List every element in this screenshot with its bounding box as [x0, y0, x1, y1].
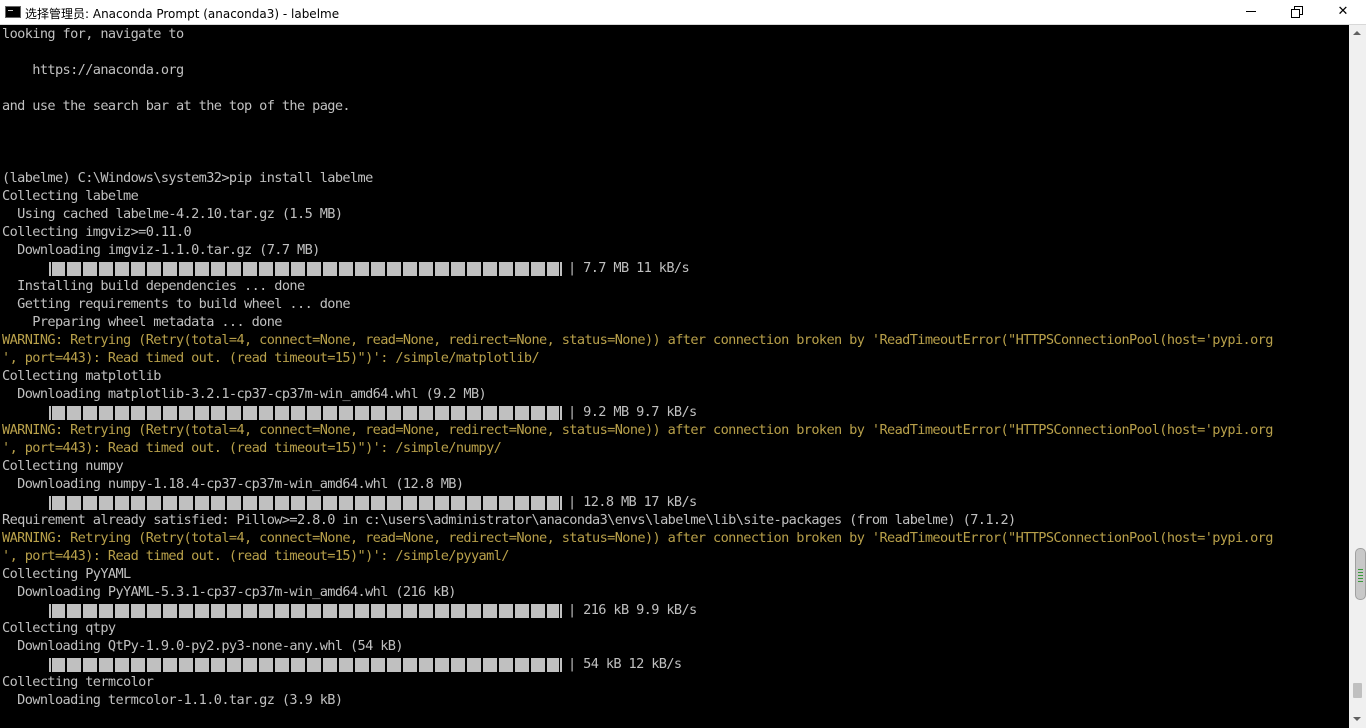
console-line: Downloading numpy-1.18.4-cp37-cp37m-win_… [2, 476, 464, 492]
console-line: Collecting imgviz>=0.11.0 [2, 224, 192, 240]
console-line: Collecting qtpy [2, 620, 116, 636]
console-line: Downloading matplotlib-3.2.1-cp37-cp37m-… [2, 386, 487, 402]
console-line: Collecting PyYAML [2, 566, 131, 582]
scroll-down-arrow-icon[interactable] [1349, 711, 1366, 728]
progress-bar-line: | 7.7 MB 11 kB/s [2, 259, 1349, 277]
scroll-grip-handle[interactable] [1355, 548, 1366, 600]
console-line: Preparing wheel metadata ... done [2, 314, 282, 330]
console-line: Requirement already satisfied: Pillow>=2… [2, 512, 1016, 528]
console-line: Downloading QtPy-1.9.0-py2.py3-none-any.… [2, 638, 403, 654]
console-line: Installing build dependencies ... done [2, 278, 305, 294]
warning-line: ', port=443): Read timed out. (read time… [2, 440, 502, 456]
minimize-icon [1246, 11, 1256, 12]
progress-text: | 12.8 MB 17 kB/s [568, 494, 697, 510]
console-line: Downloading termcolor-1.1.0.tar.gz (3.9 … [2, 692, 343, 708]
title-bar[interactable]: 选择管理员: Anaconda Prompt (anaconda3) - lab… [0, 0, 1366, 25]
console-line: Downloading imgviz-1.1.0.tar.gz (7.7 MB) [2, 242, 320, 258]
console-line: Collecting termcolor [2, 674, 154, 690]
progress-bar [49, 603, 562, 618]
console-line: Getting requirements to build wheel ... … [2, 296, 350, 312]
warning-line: ', port=443): Read timed out. (read time… [2, 548, 509, 564]
progress-bar-line: | 12.8 MB 17 kB/s [2, 493, 1349, 511]
console-line: looking for, navigate to [2, 26, 184, 42]
console-line: Collecting numpy [2, 458, 124, 474]
warning-line: WARNING: Retrying (Retry(total=4, connec… [2, 332, 1273, 348]
close-button[interactable]: ✕ [1320, 0, 1366, 25]
console-window: 选择管理员: Anaconda Prompt (anaconda3) - lab… [0, 0, 1366, 728]
progress-bar [49, 657, 562, 672]
progress-text: | 7.7 MB 11 kB/s [568, 260, 690, 276]
console-icon [5, 6, 21, 18]
console-line: https://anaconda.org [2, 62, 184, 78]
maximize-button[interactable] [1274, 0, 1320, 25]
progress-bar [49, 261, 562, 276]
console-line: and use the search bar at the top of the… [2, 98, 351, 114]
warning-line: WARNING: Retrying (Retry(total=4, connec… [2, 422, 1273, 438]
console-line: Collecting labelme [2, 188, 139, 204]
close-icon: ✕ [1337, 4, 1349, 19]
vertical-scrollbar[interactable] [1349, 25, 1366, 728]
scroll-up-arrow-icon[interactable] [1349, 25, 1366, 42]
scroll-thumb[interactable] [1353, 683, 1362, 698]
warning-line: ', port=443): Read timed out. (read time… [2, 350, 540, 366]
progress-bar-line: | 216 kB 9.9 kB/s [2, 601, 1349, 619]
progress-text: | 54 kB 12 kB/s [568, 656, 682, 672]
progress-bar [49, 495, 562, 510]
scroll-track[interactable] [1349, 42, 1366, 711]
console-output[interactable]: looking for, navigate to https://anacond… [0, 25, 1349, 728]
console-line: Downloading PyYAML-5.3.1-cp37-cp37m-win_… [2, 584, 456, 600]
progress-bar [49, 405, 562, 420]
console-line: Using cached labelme-4.2.10.tar.gz (1.5 … [2, 206, 343, 222]
console-line: (labelme) C:\Windows\system32>pip instal… [2, 170, 373, 186]
console-line: Collecting matplotlib [2, 368, 161, 384]
progress-text: | 9.2 MB 9.7 kB/s [568, 404, 697, 420]
minimize-button[interactable] [1228, 0, 1274, 25]
warning-line: WARNING: Retrying (Retry(total=4, connec… [2, 530, 1273, 546]
window-title: 选择管理员: Anaconda Prompt (anaconda3) - lab… [25, 7, 340, 21]
progress-bar-line: | 9.2 MB 9.7 kB/s [2, 403, 1349, 421]
progress-bar-line: | 54 kB 12 kB/s [2, 655, 1349, 673]
progress-text: | 216 kB 9.9 kB/s [568, 602, 697, 618]
